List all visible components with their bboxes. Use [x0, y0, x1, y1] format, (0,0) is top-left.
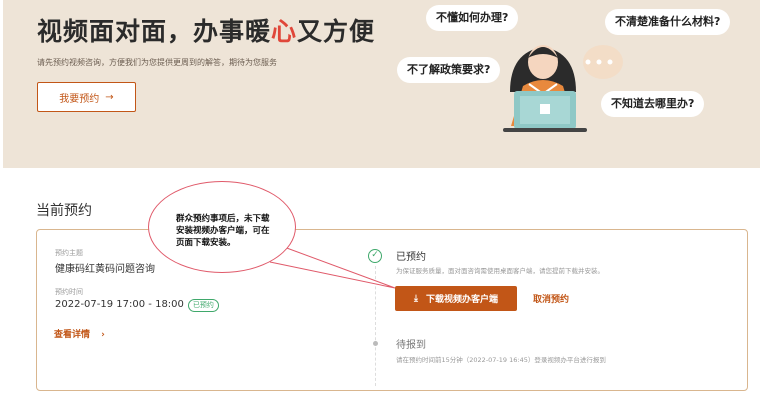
subject-value: 健康码红黄码问题咨询 — [55, 264, 155, 275]
step2-desc: 请在预约时间前15分钟（2022-07-19 16:45）登录视频办平台进行报到 — [396, 356, 606, 364]
bubble-policy: 不了解政策要求? — [397, 57, 501, 83]
step2-title: 待报到 — [396, 340, 426, 351]
step1-title: 已预约 — [396, 252, 426, 263]
pending-step-dot — [373, 341, 378, 346]
time-value: 2022-07-19 17:00 - 18:00 — [55, 299, 184, 310]
appointment-card: 预约主题 健康码红黄码问题咨询 预约时间 2022-07-19 17:00 - … — [36, 229, 748, 391]
check-circle-icon: ✓ — [368, 249, 382, 263]
status-badge: 已预约 — [187, 299, 219, 312]
download-icon: ⤓ — [414, 293, 418, 304]
subject-label: 预约主题 — [55, 249, 83, 257]
hero-banner: 视频面对面，办事暖心又方便 请先预约视频咨询，方便我们为您提供更周到的解答，期待… — [3, 0, 760, 168]
bubble-materials: 不清楚准备什么材料? — [605, 9, 731, 35]
bubble-where: 不知道去哪里办? — [601, 91, 705, 117]
callout-text: 群众预约事项后，未下载安装视频办客户端，可在页面下载安装。 — [176, 214, 270, 248]
section-title-current: 当前预约 — [36, 203, 92, 219]
step1-desc: 为保证服务质量，面对面咨询需使用桌面客户端，请您提前下载并安装。 — [396, 267, 604, 275]
download-button-label: 下载视频办客户端 — [425, 295, 498, 305]
chevron-right-icon: › — [101, 330, 105, 340]
view-details-label: 查看详情 — [54, 330, 91, 340]
timeline-line — [375, 266, 377, 386]
bubble-how-to: 不懂如何办理? — [426, 5, 519, 31]
time-label: 预约时间 — [55, 288, 83, 296]
download-client-button[interactable]: ⤓ 下载视频办客户端 — [395, 286, 517, 311]
cancel-appointment-link[interactable]: 取消预约 — [533, 292, 569, 305]
time-value-row: 2022-07-19 17:00 - 18:00 已预约 — [55, 299, 219, 312]
view-details-link[interactable]: 查看详情 › — [54, 327, 105, 340]
